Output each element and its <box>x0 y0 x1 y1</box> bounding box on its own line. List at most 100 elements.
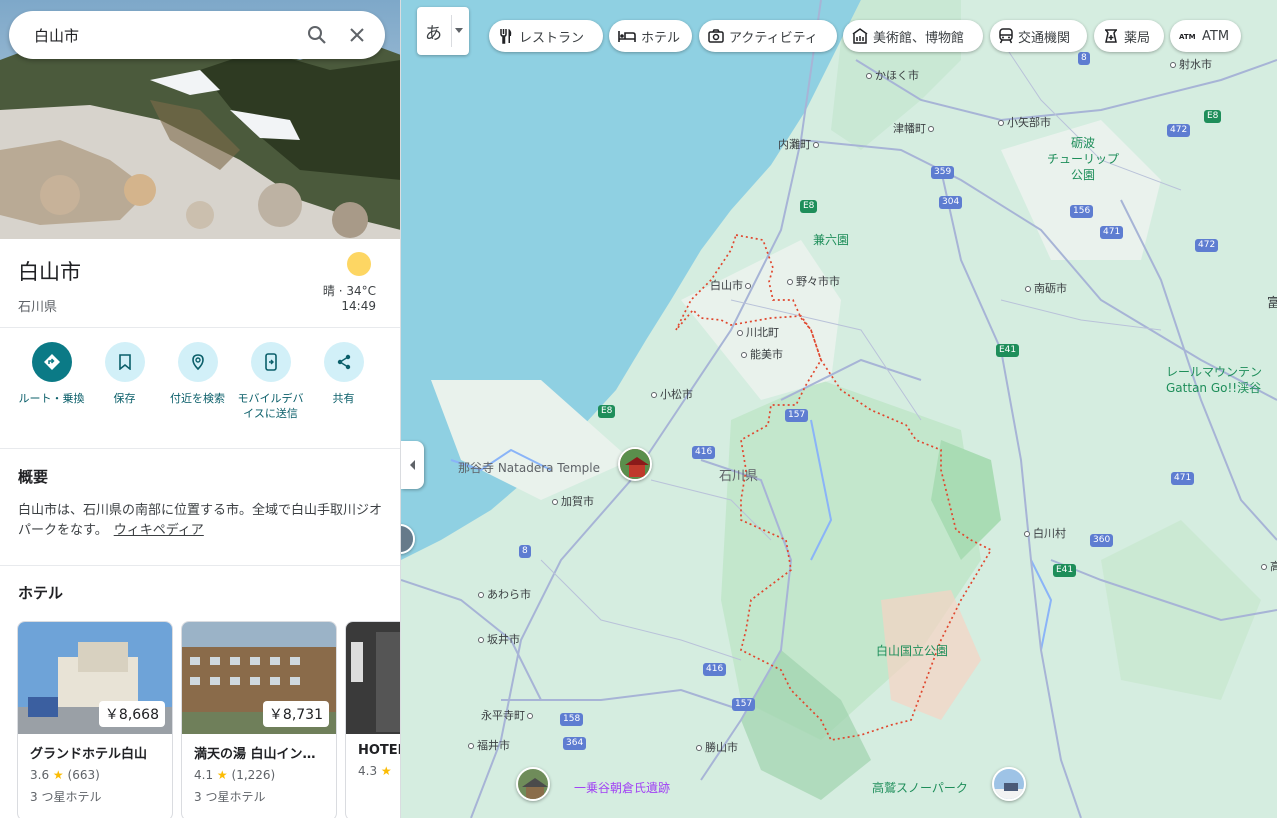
map-place-label[interactable]: 南砺市 <box>1025 280 1067 296</box>
place-title: 白山市 <box>18 260 81 284</box>
chip-label: ホテル <box>641 30 681 46</box>
map-poi-tonami-tulip-park[interactable]: 砺波 チューリップ 公園 <box>1035 135 1131 183</box>
takasu-photo-marker[interactable] <box>992 767 1026 801</box>
chip-label: アクティビティ <box>729 30 818 46</box>
map-place-label[interactable]: あわら市 <box>478 586 531 602</box>
map-place-label[interactable]: 野々市市 <box>787 273 840 289</box>
dropdown-arrow-icon <box>455 28 463 33</box>
nearby-icon <box>177 342 218 382</box>
chip-atm[interactable]: ATM ATM <box>1170 20 1241 52</box>
road-shield: 156 <box>1070 205 1094 218</box>
road-shield: 157 <box>785 409 809 422</box>
search-nearby-button[interactable]: 付近を検索 <box>161 342 234 421</box>
road-shield: 416 <box>692 446 716 459</box>
road-shield: E8 <box>800 200 818 213</box>
lang-char-label: あ <box>425 23 442 44</box>
map-place-label[interactable]: 永平寺町 <box>481 707 536 723</box>
hotel-photo: ￥8,668 <box>18 622 172 734</box>
map-poi-ichijodani[interactable]: 一乗谷朝倉氏遺跡 <box>574 780 670 796</box>
map-place-label[interactable]: 内灘町 <box>778 136 822 152</box>
search-button[interactable] <box>297 15 337 55</box>
star-icon: ★ <box>52 768 64 782</box>
action-buttons: ルート・乗換 保存 付近を検索 モバイルデバイスに送信 共有 <box>0 342 400 421</box>
hotel-card[interactable]: ￥8,668 グランドホテル白山 3.6 ★ (663) 3 つ星ホテル <box>17 621 173 818</box>
map-place-label[interactable]: かほく市 <box>866 67 919 83</box>
map-place-label[interactable]: 小矢部市 <box>998 114 1051 130</box>
restaurant-icon <box>500 29 512 44</box>
road-shield: E41 <box>996 344 1020 357</box>
hotel-photo <box>346 622 400 734</box>
hotel-icon <box>618 31 636 42</box>
language-input-button[interactable]: あ <box>417 7 469 55</box>
map-poi-gattan-go[interactable]: レールマウンテン Gattan Go!!渓谷 <box>1166 364 1262 396</box>
road-shield: 157 <box>732 698 756 711</box>
map-place-label[interactable]: 白山市 <box>710 277 754 293</box>
chip-museums[interactable]: 美術館、博物館 <box>843 20 983 52</box>
hotel-card[interactable]: HOTEL 4.3 ★ <box>345 621 400 818</box>
map-place-label[interactable]: 加賀市 <box>552 493 594 509</box>
directions-icon <box>31 342 72 382</box>
pharmacy-icon <box>1105 29 1117 43</box>
hotel-class: 3 つ星ホテル <box>30 790 102 804</box>
map-poi-kenrokuen[interactable]: 兼六園 <box>813 232 849 248</box>
map-place-label[interactable]: 白川村 <box>1024 525 1066 541</box>
map-poi-takasu-snow-park[interactable]: 高鷲スノーパーク <box>872 780 968 796</box>
hotel-name: グランドホテル白山 <box>30 747 148 762</box>
hotel-name: HOTEL <box>358 743 400 758</box>
save-button[interactable]: 保存 <box>88 342 161 421</box>
map-place-label[interactable]: 能美市 <box>741 346 783 362</box>
map-place-label[interactable]: 福井市 <box>468 737 510 753</box>
wikipedia-link[interactable]: ウィキペディア <box>114 523 204 538</box>
chip-pharmacy[interactable]: 薬局 <box>1094 20 1164 52</box>
road-shield: 416 <box>703 663 727 676</box>
chevron-left-icon <box>409 460 415 470</box>
weather-widget: 晴 · 34°C 14:49 <box>323 252 376 314</box>
directions-button[interactable]: ルート・乗換 <box>15 342 88 421</box>
weather-condition: 晴 · 34°C <box>322 284 376 298</box>
action-label: 付近を検索 <box>170 392 225 405</box>
hotel-card[interactable]: ￥8,731 満天の湯 白山イン… 4.1 ★ (1,226) 3 つ星ホテル <box>181 621 337 818</box>
collapse-panel-button[interactable] <box>401 441 424 489</box>
chip-activities[interactable]: アクティビティ <box>699 20 837 52</box>
road-shield: 471 <box>1171 472 1195 485</box>
star-icon: ★ <box>380 764 392 778</box>
road-shield: 472 <box>1167 124 1191 137</box>
hotel-rating: 4.3 ★ <box>358 764 392 778</box>
chip-hotel[interactable]: ホテル <box>609 20 692 52</box>
chip-transit[interactable]: 交通機関 <box>990 20 1087 52</box>
place-subtitle: 石川県 <box>18 300 58 315</box>
weather-time: 14:49 <box>341 299 376 313</box>
map-edge-label: 高 <box>1261 558 1277 574</box>
road-shield: 471 <box>1100 226 1124 239</box>
road-shield: 8 <box>519 545 531 558</box>
sun-icon <box>347 252 371 276</box>
send-to-phone-icon <box>250 342 291 382</box>
map-poi-hakusan-national-park[interactable]: 白山国立公園 <box>876 643 948 659</box>
star-icon: ★ <box>216 768 228 782</box>
hotel-class: 3 つ星ホテル <box>194 790 266 804</box>
search-input[interactable] <box>9 11 297 59</box>
map-place-label[interactable]: 坂井市 <box>478 631 520 647</box>
chip-label: ATM <box>1202 28 1230 44</box>
chip-label: 交通機関 <box>1018 30 1071 46</box>
road-shield: E8 <box>1204 110 1222 123</box>
ichijodani-photo-marker[interactable] <box>516 767 550 801</box>
overview-text: 白山市は、石川県の南部に位置する市。全域で白山手取川ジオパークをなす。 ウィキペデ… <box>18 501 383 541</box>
road-shield: E41 <box>1053 564 1077 577</box>
map-place-label[interactable]: 射水市 <box>1170 56 1212 72</box>
send-to-phone-button[interactable]: モバイルデバイスに送信 <box>234 342 307 421</box>
map-canvas[interactable]: かほく市 射水市 津幡町 小矢部市 内灘町 白山市 野々市市 南砺市 川北町 能… <box>401 0 1277 818</box>
natadera-photo-marker[interactable] <box>618 447 652 481</box>
map-place-label[interactable]: 川北町 <box>737 324 779 340</box>
chip-restaurant[interactable]: レストラン <box>489 20 603 52</box>
transit-icon <box>999 28 1013 44</box>
search-icon <box>308 26 326 44</box>
map-poi-natadera[interactable]: 那谷寺 Natadera Temple <box>458 460 600 476</box>
share-button[interactable]: 共有 <box>307 342 380 421</box>
clear-search-button[interactable] <box>337 15 377 55</box>
hotel-price: ￥8,731 <box>262 701 329 727</box>
map-place-label[interactable]: 津幡町 <box>893 120 937 136</box>
map-place-label[interactable]: 勝山市 <box>696 739 738 755</box>
overview-heading: 概要 <box>18 468 49 486</box>
map-place-label[interactable]: 小松市 <box>651 386 693 402</box>
